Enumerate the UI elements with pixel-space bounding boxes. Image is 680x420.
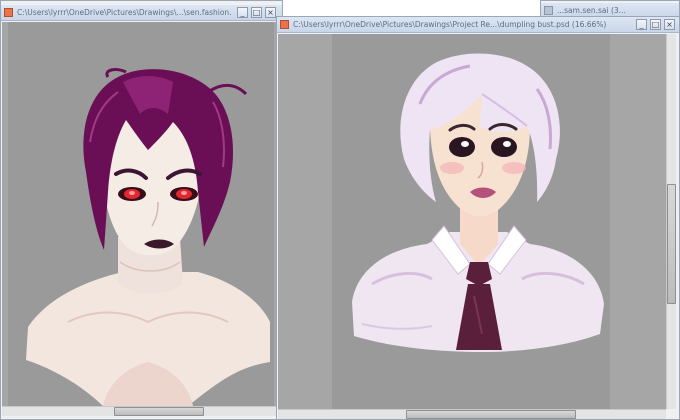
right-canvas-area[interactable]: [278, 34, 666, 409]
minimize-button[interactable]: _: [237, 7, 248, 18]
close-button[interactable]: ×: [265, 7, 276, 18]
maximize-button[interactable]: □: [251, 7, 262, 18]
minimize-button[interactable]: _: [636, 19, 647, 30]
left-window-title: C:\Users\lyrrr\OneDrive\Pictures\Drawing…: [17, 8, 232, 17]
right-horizontal-scrollbar[interactable]: [278, 409, 666, 419]
right-document-window[interactable]: C:\Users\lyrrr\OneDrive\Pictures\Drawing…: [276, 16, 680, 420]
close-button[interactable]: ×: [664, 19, 675, 30]
goth-bust-illustration: [26, 68, 270, 406]
right-horizontal-scroll-thumb[interactable]: [406, 410, 576, 419]
app-icon: [280, 20, 289, 29]
left-horizontal-scrollbar[interactable]: [2, 406, 282, 416]
dumpling-bust-illustration: [352, 53, 604, 352]
right-window-title: C:\Users\lyrrr\OneDrive\Pictures\Drawing…: [293, 20, 607, 29]
right-window-titlebar[interactable]: C:\Users\lyrrr\OneDrive\Pictures\Drawing…: [277, 17, 679, 33]
maximize-button[interactable]: □: [650, 19, 661, 30]
background-window-title: ...sam.sen.sai (3...: [557, 6, 626, 15]
left-canvas-area[interactable]: [2, 22, 282, 406]
left-artboard[interactable]: [8, 22, 274, 406]
app-icon: [4, 8, 13, 17]
left-horizontal-scroll-thumb[interactable]: [114, 407, 204, 416]
desktop: ...sam.sen.sai (3... C:\Users\lyrrr\OneD…: [0, 0, 680, 420]
right-vertical-scroll-thumb[interactable]: [667, 184, 676, 304]
app-icon: [544, 6, 553, 15]
right-vertical-scrollbar[interactable]: [666, 34, 676, 409]
left-document-window[interactable]: C:\Users\lyrrr\OneDrive\Pictures\Drawing…: [0, 0, 283, 420]
right-artboard[interactable]: [332, 34, 610, 409]
left-window-titlebar[interactable]: C:\Users\lyrrr\OneDrive\Pictures\Drawing…: [1, 5, 282, 21]
